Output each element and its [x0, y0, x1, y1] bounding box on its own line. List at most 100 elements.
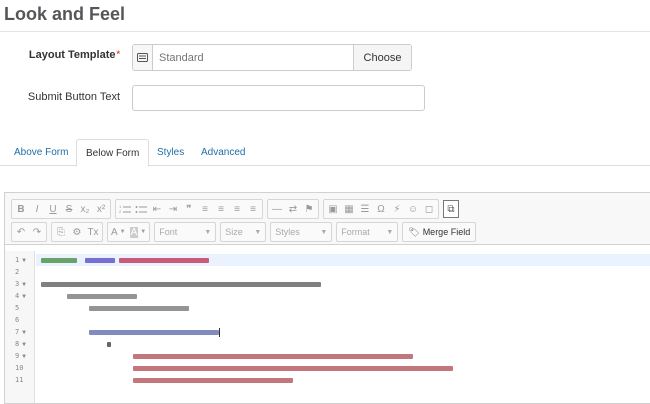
- fold-arrow-icon[interactable]: ▼: [22, 257, 26, 264]
- choose-button[interactable]: Choose: [353, 45, 411, 70]
- size-select[interactable]: Size ▼: [220, 222, 267, 242]
- font-select-label: Font: [159, 227, 178, 237]
- chevron-down-icon: ▼: [254, 228, 262, 236]
- strikethrough-button[interactable]: S: [61, 200, 77, 218]
- line-number: 9 ▼: [15, 352, 26, 360]
- page-title: Look and Feel: [4, 4, 126, 24]
- smiley-button[interactable]: ☺: [405, 200, 421, 218]
- line-number: 6: [15, 316, 20, 324]
- background-color-button[interactable]: A ▼: [128, 223, 149, 241]
- line-number: 5: [15, 304, 20, 312]
- format-select-label: Format: [341, 227, 370, 237]
- font-select[interactable]: Font ▼: [154, 222, 217, 242]
- layout-template-label: Layout Template*: [28, 49, 120, 61]
- color-group: A ▼ A ▼: [107, 222, 151, 242]
- history-group: ↶ ↷: [11, 222, 47, 242]
- outdent-button[interactable]: ⇤: [149, 200, 165, 218]
- horizontal-rule-button[interactable]: ☰: [357, 200, 373, 218]
- blockquote-button[interactable]: ❞: [181, 200, 197, 218]
- merge-field-button[interactable]: 🏷 Merge Field: [402, 222, 477, 242]
- fold-arrow-icon[interactable]: ▼: [22, 293, 26, 300]
- toolbar-row-2: ↶ ↷ ⎘ ⚙ Tx A ▼ A ▼ Font ▼ Size ▼ Styles ▼ For…: [11, 222, 477, 242]
- undo-button[interactable]: ↶: [13, 223, 29, 241]
- text-cursor: [219, 328, 220, 337]
- code-token: [133, 354, 413, 359]
- italic-button[interactable]: I: [29, 200, 45, 218]
- format-select[interactable]: Format ▼: [336, 222, 399, 242]
- title-divider: [0, 31, 650, 32]
- line-number: 1 ▼: [15, 256, 26, 264]
- code-token: [133, 366, 453, 371]
- indent-button[interactable]: ⇥: [165, 200, 181, 218]
- bold-button[interactable]: B: [13, 200, 29, 218]
- toolbar-row-1: B I U S x₂ x² 12 ⇤ ⇥ ❞ ≡ ≡ ≡ ≡ — ⇄ ⚑ ▣ ▦…: [11, 199, 459, 219]
- layout-template-input[interactable]: [153, 45, 353, 70]
- layout-template-field: Choose: [132, 44, 412, 71]
- tab-bar: Above Form Below Form Styles Advanced: [0, 139, 650, 167]
- code-token: [67, 294, 137, 299]
- flash-button[interactable]: ⚡: [389, 200, 405, 218]
- code-area[interactable]: 1 ▼ 2 3 ▼ 4 ▼ 5 6 7 ▼ 8 ▼ 9 ▼ 10 11: [5, 251, 650, 403]
- fold-arrow-icon[interactable]: ▼: [22, 353, 26, 360]
- anchor-button[interactable]: ⚑: [301, 200, 317, 218]
- page-break-button[interactable]: ◻: [421, 200, 437, 218]
- source-button[interactable]: ⧉: [443, 200, 459, 218]
- line-number: 8 ▼: [15, 340, 26, 348]
- styles-select[interactable]: Styles ▼: [270, 222, 333, 242]
- size-select-label: Size: [225, 227, 243, 237]
- code-token: [41, 282, 321, 287]
- tab-above-form[interactable]: Above Form: [5, 139, 77, 166]
- line-number: 11: [15, 376, 24, 384]
- submit-button-text-label: Submit Button Text: [27, 91, 120, 103]
- code-token: [89, 330, 219, 335]
- tab-advanced[interactable]: Advanced: [192, 139, 254, 166]
- line-number: 10: [15, 364, 24, 372]
- special-char-button[interactable]: Ω: [373, 200, 389, 218]
- layout-template-icon: [133, 45, 153, 70]
- paste-button[interactable]: ⎘: [53, 223, 69, 241]
- remove-format-button[interactable]: Tx: [85, 223, 101, 241]
- align-right-button[interactable]: ≡: [229, 200, 245, 218]
- code-token: [89, 306, 189, 311]
- line-number: 7 ▼: [15, 328, 26, 336]
- submit-button-text-input[interactable]: [132, 85, 425, 111]
- chevron-down-icon: ▼: [320, 228, 328, 236]
- tab-styles[interactable]: Styles: [148, 139, 193, 166]
- line-number: 2: [15, 268, 20, 276]
- underline-button[interactable]: U: [45, 200, 61, 218]
- line-number: 3 ▼: [15, 280, 26, 288]
- svg-text:2: 2: [119, 209, 122, 214]
- tag-icon: 🏷: [408, 226, 420, 237]
- chevron-down-icon: ▼: [140, 229, 147, 235]
- styles-select-label: Styles: [275, 227, 300, 237]
- fold-arrow-icon[interactable]: ▼: [22, 281, 26, 288]
- settings-button[interactable]: ⚙: [69, 223, 85, 241]
- bulleted-list-icon[interactable]: [133, 200, 149, 218]
- code-token: [119, 258, 209, 263]
- image-button[interactable]: ▣: [325, 200, 341, 218]
- background-color-label: A: [129, 226, 139, 238]
- code-token: [41, 258, 77, 263]
- chevron-down-icon: ▼: [119, 229, 126, 235]
- tools-group: ⎘ ⚙ Tx: [51, 222, 103, 242]
- numbered-list-icon[interactable]: 12: [117, 200, 133, 218]
- redo-button[interactable]: ↷: [29, 223, 45, 241]
- paragraph-group: 12 ⇤ ⇥ ❞ ≡ ≡ ≡ ≡: [115, 199, 263, 219]
- line-number: 4 ▼: [15, 292, 26, 300]
- chevron-down-icon: ▼: [386, 228, 394, 236]
- fold-arrow-icon[interactable]: ▼: [22, 341, 26, 348]
- tab-below-form[interactable]: Below Form: [76, 139, 150, 167]
- justify-button[interactable]: ≡: [245, 200, 261, 218]
- links-group: — ⇄ ⚑: [267, 199, 319, 219]
- align-left-button[interactable]: ≡: [197, 200, 213, 218]
- fold-arrow-icon[interactable]: ▼: [22, 329, 26, 336]
- subscript-button[interactable]: x₂: [77, 200, 93, 218]
- text-color-label: A: [111, 226, 118, 238]
- link-button[interactable]: —: [269, 200, 285, 218]
- align-center-button[interactable]: ≡: [213, 200, 229, 218]
- unlink-button[interactable]: ⇄: [285, 200, 301, 218]
- superscript-button[interactable]: x²: [93, 200, 109, 218]
- rich-text-editor: B I U S x₂ x² 12 ⇤ ⇥ ❞ ≡ ≡ ≡ ≡ — ⇄ ⚑ ▣ ▦…: [4, 192, 650, 404]
- text-color-button[interactable]: A ▼: [109, 223, 128, 241]
- table-button[interactable]: ▦: [341, 200, 357, 218]
